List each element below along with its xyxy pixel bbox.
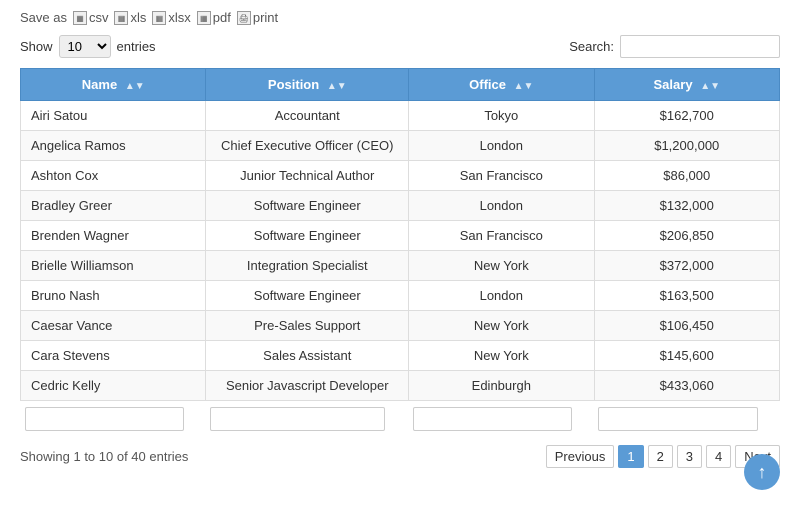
page-1-btn[interactable]: 1: [618, 445, 643, 468]
prev-page-btn[interactable]: Previous: [546, 445, 615, 468]
table-header-row: Name ▲▼ Position ▲▼ Office ▲▼ Salary ▲▼: [21, 69, 780, 101]
cell-office: London: [409, 191, 594, 221]
search-row: Search:: [569, 35, 780, 58]
cell-salary: $433,060: [594, 371, 779, 401]
controls-row: Show 10 25 50 100 entries Search:: [20, 35, 780, 58]
cell-name: Airi Satou: [21, 101, 206, 131]
cell-salary: $86,000: [594, 161, 779, 191]
entries-select[interactable]: 10 25 50 100: [59, 35, 111, 58]
cell-office: New York: [409, 341, 594, 371]
show-label: Show: [20, 39, 53, 54]
cell-name: Cara Stevens: [21, 341, 206, 371]
page-4-btn[interactable]: 4: [706, 445, 731, 468]
cell-salary: $132,000: [594, 191, 779, 221]
cell-office: London: [409, 131, 594, 161]
cell-salary: $372,000: [594, 251, 779, 281]
footer-salary-input[interactable]: [598, 407, 758, 431]
print-link[interactable]: 🖨 print: [237, 10, 278, 25]
page-2-btn[interactable]: 2: [648, 445, 673, 468]
col-position[interactable]: Position ▲▼: [206, 69, 409, 101]
cell-position: Integration Specialist: [206, 251, 409, 281]
table-row: Cara StevensSales AssistantNew York$145,…: [21, 341, 780, 371]
footer-position-input[interactable]: [210, 407, 385, 431]
cell-office: London: [409, 281, 594, 311]
table-row: Bradley GreerSoftware EngineerLondon$132…: [21, 191, 780, 221]
page-3-btn[interactable]: 3: [677, 445, 702, 468]
search-label: Search:: [569, 39, 614, 54]
xlsx-icon: ▦: [152, 11, 166, 25]
xlsx-link[interactable]: ▦ xlsx: [152, 10, 190, 25]
name-sort-icon: ▲▼: [125, 81, 145, 92]
cell-salary: $1,200,000: [594, 131, 779, 161]
cell-salary: $145,600: [594, 341, 779, 371]
table-row: Airi SatouAccountantTokyo$162,700: [21, 101, 780, 131]
cell-position: Chief Executive Officer (CEO): [206, 131, 409, 161]
table-row: Brielle WilliamsonIntegration Specialist…: [21, 251, 780, 281]
cell-name: Bradley Greer: [21, 191, 206, 221]
table-row: Cedric KellySenior Javascript DeveloperE…: [21, 371, 780, 401]
xls-icon: ▦: [114, 11, 128, 25]
scroll-top-button[interactable]: ↑: [744, 454, 780, 490]
cell-name: Bruno Nash: [21, 281, 206, 311]
cell-salary: $163,500: [594, 281, 779, 311]
search-input[interactable]: [620, 35, 780, 58]
cell-name: Ashton Cox: [21, 161, 206, 191]
cell-name: Cedric Kelly: [21, 371, 206, 401]
cell-name: Caesar Vance: [21, 311, 206, 341]
cell-office: San Francisco: [409, 221, 594, 251]
cell-position: Software Engineer: [206, 281, 409, 311]
cell-position: Software Engineer: [206, 191, 409, 221]
cell-position: Pre-Sales Support: [206, 311, 409, 341]
salary-sort-icon: ▲▼: [700, 81, 720, 92]
showing-text: Showing 1 to 10 of 40 entries: [20, 449, 188, 464]
csv-icon: ▦: [73, 11, 87, 25]
cell-position: Sales Assistant: [206, 341, 409, 371]
col-office[interactable]: Office ▲▼: [409, 69, 594, 101]
office-sort-icon: ▲▼: [514, 81, 534, 92]
entries-label: entries: [117, 39, 156, 54]
data-table: Name ▲▼ Position ▲▼ Office ▲▼ Salary ▲▼ …: [20, 68, 780, 437]
table-row: Angelica RamosChief Executive Officer (C…: [21, 131, 780, 161]
cell-position: Senior Javascript Developer: [206, 371, 409, 401]
csv-link[interactable]: ▦ csv: [73, 10, 109, 25]
cell-office: San Francisco: [409, 161, 594, 191]
table-footer-row: [21, 401, 780, 438]
col-name[interactable]: Name ▲▼: [21, 69, 206, 101]
cell-position: Accountant: [206, 101, 409, 131]
cell-salary: $106,450: [594, 311, 779, 341]
cell-salary: $162,700: [594, 101, 779, 131]
cell-salary: $206,850: [594, 221, 779, 251]
cell-office: New York: [409, 251, 594, 281]
footer-row: Showing 1 to 10 of 40 entries Previous 1…: [20, 445, 780, 468]
pdf-icon: ▦: [197, 11, 211, 25]
print-icon: 🖨: [237, 11, 251, 25]
col-salary[interactable]: Salary ▲▼: [594, 69, 779, 101]
xls-link[interactable]: ▦ xls: [114, 10, 146, 25]
table-row: Bruno NashSoftware EngineerLondon$163,50…: [21, 281, 780, 311]
toolbar: Save as ▦ csv ▦ xls ▦ xlsx ▦ pdf 🖨 print: [20, 10, 780, 25]
save-as-label: Save as: [20, 10, 67, 25]
show-entries: Show 10 25 50 100 entries: [20, 35, 156, 58]
cell-name: Brenden Wagner: [21, 221, 206, 251]
cell-position: Software Engineer: [206, 221, 409, 251]
cell-name: Brielle Williamson: [21, 251, 206, 281]
footer-office-input[interactable]: [413, 407, 573, 431]
table-row: Ashton CoxJunior Technical AuthorSan Fra…: [21, 161, 780, 191]
table-row: Brenden WagnerSoftware EngineerSan Franc…: [21, 221, 780, 251]
table-row: Caesar VancePre-Sales SupportNew York$10…: [21, 311, 780, 341]
footer-name-input[interactable]: [25, 407, 185, 431]
pdf-link[interactable]: ▦ pdf: [197, 10, 231, 25]
cell-office: New York: [409, 311, 594, 341]
cell-office: Edinburgh: [409, 371, 594, 401]
cell-office: Tokyo: [409, 101, 594, 131]
position-sort-icon: ▲▼: [327, 81, 347, 92]
cell-name: Angelica Ramos: [21, 131, 206, 161]
cell-position: Junior Technical Author: [206, 161, 409, 191]
